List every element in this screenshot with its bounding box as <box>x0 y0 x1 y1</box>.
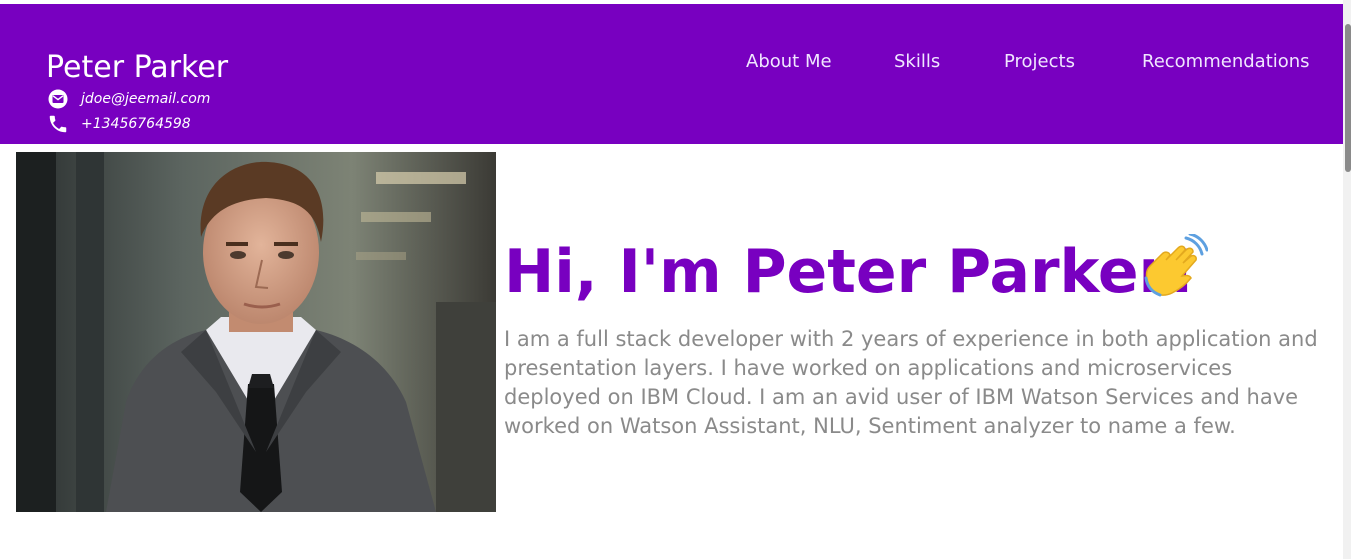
scrollbar-thumb[interactable] <box>1345 24 1351 172</box>
hero-bio: I am a full stack developer with 2 years… <box>504 327 1318 438</box>
hero-greeting: Hi, I'm Peter Parker! <box>504 237 1196 307</box>
brand-name: Peter Parker <box>46 50 229 85</box>
page: Peter Parker jdoe@jeemail.com +134567645… <box>0 0 1351 559</box>
email-text: jdoe@jeemail.com <box>81 91 211 107</box>
nav-about-me[interactable]: About Me <box>746 51 832 75</box>
phone-text: +13456764598 <box>81 116 191 132</box>
nav-recommendations[interactable]: Recommendations <box>1142 51 1310 75</box>
phone-contact: +13456764598 <box>47 113 191 135</box>
site-header: Peter Parker jdoe@jeemail.com +134567645… <box>0 4 1343 144</box>
nav-projects[interactable]: Projects <box>1004 51 1075 75</box>
email-icon <box>47 88 69 110</box>
nav-skills[interactable]: Skills <box>894 51 940 75</box>
profile-photo <box>16 152 496 512</box>
email-contact: jdoe@jeemail.com <box>47 88 210 110</box>
waving-hand-icon <box>1142 232 1209 298</box>
phone-icon <box>47 113 69 135</box>
